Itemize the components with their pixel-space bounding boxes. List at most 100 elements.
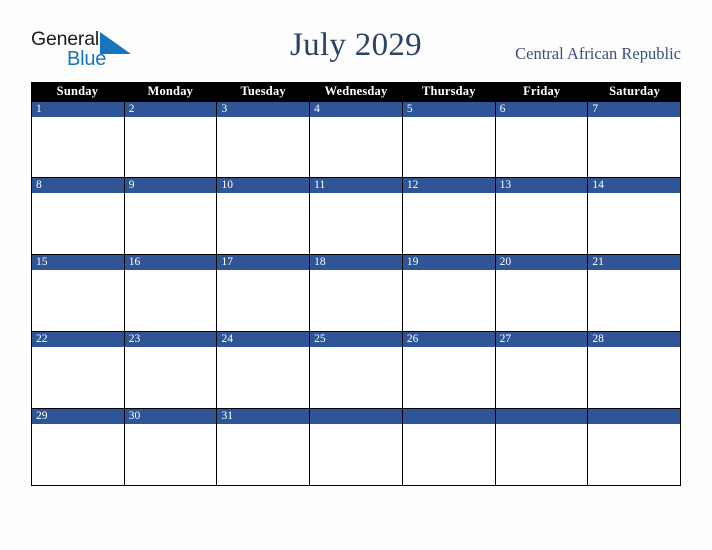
day-band: 11 <box>310 178 402 193</box>
day-notes-area[interactable] <box>124 193 217 254</box>
day-band <box>310 409 402 424</box>
day-number: 9 <box>128 178 135 191</box>
day-number: 4 <box>314 102 320 115</box>
day-notes-area[interactable] <box>310 270 402 331</box>
day-cell[interactable]: 23 <box>124 332 218 408</box>
day-band: 6 <box>495 102 588 117</box>
day-band: 19 <box>402 255 495 270</box>
day-band: 10 <box>217 178 310 193</box>
day-number: 24 <box>221 332 233 345</box>
day-cell[interactable]: 3 <box>217 102 311 177</box>
day-cell[interactable]: 14 <box>588 178 682 254</box>
day-notes-area[interactable] <box>402 424 495 485</box>
day-notes-area[interactable] <box>32 193 124 254</box>
day-cell[interactable]: 29 <box>32 409 125 485</box>
day-cell[interactable]: 6 <box>495 102 589 177</box>
day-notes-area[interactable] <box>495 347 588 408</box>
day-cell[interactable]: 30 <box>124 409 218 485</box>
day-notes-area[interactable] <box>124 424 217 485</box>
day-notes-area[interactable] <box>217 117 310 177</box>
day-band: 12 <box>402 178 495 193</box>
day-notes-area[interactable] <box>310 117 402 177</box>
day-notes-area[interactable] <box>124 270 217 331</box>
day-cell[interactable]: 24 <box>217 332 311 408</box>
day-notes-area[interactable] <box>402 117 495 177</box>
day-cell[interactable]: 4 <box>310 102 403 177</box>
day-notes-area[interactable] <box>495 424 588 485</box>
day-number: 18 <box>314 255 326 268</box>
day-cell[interactable]: 9 <box>124 178 218 254</box>
day-cell[interactable]: 11 <box>310 178 403 254</box>
day-cell[interactable]: 8 <box>32 178 125 254</box>
day-cell[interactable]: 10 <box>217 178 311 254</box>
day-band: 21 <box>588 255 681 270</box>
day-cell[interactable]: 17 <box>217 255 311 331</box>
day-cell[interactable] <box>310 409 403 485</box>
day-cell[interactable] <box>588 409 682 485</box>
day-band: 13 <box>495 178 588 193</box>
weekday-header-thursday: Thursday <box>422 84 476 98</box>
day-band: 30 <box>124 409 217 424</box>
day-notes-area[interactable] <box>217 270 310 331</box>
day-cell[interactable]: 16 <box>124 255 218 331</box>
day-cell[interactable]: 7 <box>588 102 682 177</box>
day-notes-area[interactable] <box>217 347 310 408</box>
day-notes-area[interactable] <box>402 270 495 331</box>
week-row: 8 9 10 11 12 13 14 <box>31 178 682 255</box>
day-notes-area[interactable] <box>310 193 402 254</box>
day-cell[interactable]: 5 <box>402 102 496 177</box>
week-row: 15 16 17 18 19 20 21 <box>31 255 682 332</box>
day-cell[interactable] <box>402 409 496 485</box>
day-notes-area[interactable] <box>402 347 495 408</box>
day-notes-area[interactable] <box>495 270 588 331</box>
day-cell[interactable]: 2 <box>124 102 218 177</box>
day-band: 8 <box>32 178 124 193</box>
day-cell[interactable]: 27 <box>495 332 589 408</box>
day-notes-area[interactable] <box>32 424 124 485</box>
day-cell[interactable] <box>495 409 589 485</box>
day-cell[interactable]: 31 <box>217 409 311 485</box>
day-number: 19 <box>406 255 419 268</box>
day-notes-area[interactable] <box>588 193 681 254</box>
day-cell[interactable]: 18 <box>310 255 403 331</box>
day-notes-area[interactable] <box>124 347 217 408</box>
day-band: 24 <box>217 332 310 347</box>
day-cell[interactable]: 25 <box>310 332 403 408</box>
day-cell[interactable]: 21 <box>588 255 682 331</box>
day-cell[interactable]: 22 <box>32 332 125 408</box>
day-notes-area[interactable] <box>32 347 124 408</box>
day-band: 28 <box>588 332 681 347</box>
weekday-header-monday: Monday <box>147 84 194 98</box>
day-notes-area[interactable] <box>217 424 310 485</box>
day-notes-area[interactable] <box>124 117 217 177</box>
day-number: 30 <box>128 409 141 422</box>
day-notes-area[interactable] <box>588 117 681 177</box>
country-label: Central African Republic <box>515 44 681 63</box>
day-cell[interactable]: 28 <box>588 332 682 408</box>
day-cell[interactable]: 19 <box>402 255 496 331</box>
day-band: 16 <box>124 255 217 270</box>
day-notes-area[interactable] <box>588 270 681 331</box>
day-notes-area[interactable] <box>402 193 495 254</box>
day-cell[interactable]: 13 <box>495 178 589 254</box>
day-cell[interactable]: 26 <box>402 332 496 408</box>
day-cell[interactable]: 12 <box>402 178 496 254</box>
day-cell[interactable]: 1 <box>32 102 125 177</box>
day-notes-area[interactable] <box>310 424 402 485</box>
day-cell[interactable]: 15 <box>32 255 125 331</box>
day-notes-area[interactable] <box>495 193 588 254</box>
weekday-header-row: Sunday Monday Tuesday Wednesday Thursday… <box>31 82 681 101</box>
day-number: 29 <box>36 409 48 422</box>
day-notes-area[interactable] <box>588 424 681 485</box>
day-band: 26 <box>402 332 495 347</box>
day-notes-area[interactable] <box>32 270 124 331</box>
day-number: 20 <box>499 255 512 268</box>
day-band: 27 <box>495 332 588 347</box>
day-notes-area[interactable] <box>588 347 681 408</box>
day-notes-area[interactable] <box>32 117 124 177</box>
day-notes-area[interactable] <box>310 347 402 408</box>
day-cell[interactable]: 20 <box>495 255 589 331</box>
day-number: 17 <box>221 255 233 268</box>
day-notes-area[interactable] <box>495 117 588 177</box>
day-notes-area[interactable] <box>217 193 310 254</box>
